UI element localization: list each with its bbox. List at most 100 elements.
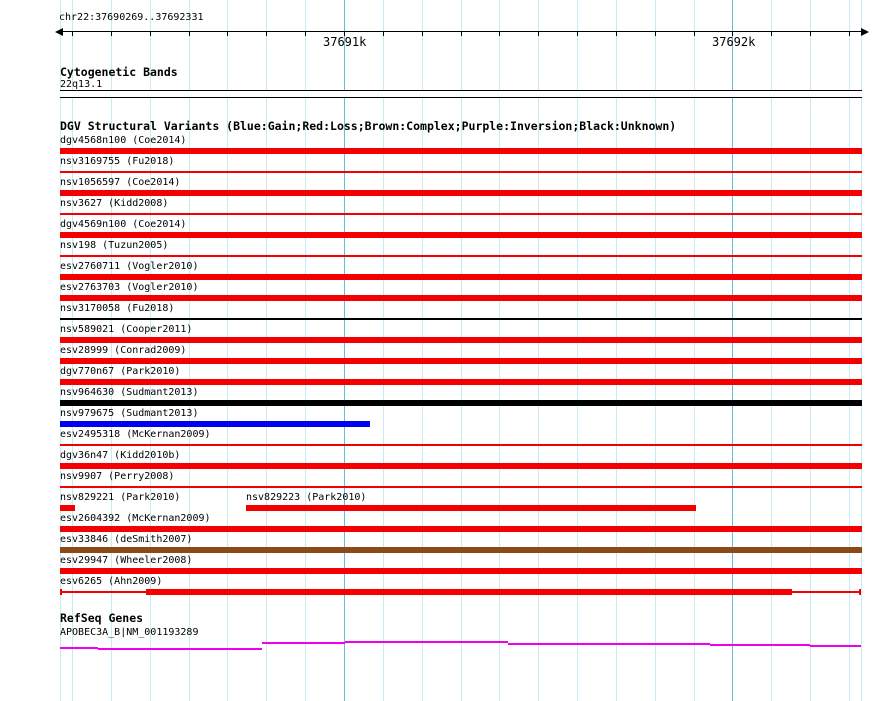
gene-model-line[interactable]	[98, 648, 190, 650]
ruler-tick	[655, 31, 656, 36]
variant-bar[interactable]	[146, 589, 792, 595]
gridline	[344, 0, 345, 701]
variant-label[interactable]: nsv979675 (Sudmant2013)	[60, 408, 198, 420]
genome-browser-view: chr22:37690269..37692331 37691k 37692k C…	[0, 0, 890, 701]
variant-bar[interactable]	[60, 526, 862, 532]
gene-model-line[interactable]	[810, 645, 861, 647]
variant-label[interactable]: nsv589021 (Cooper2011)	[60, 324, 192, 336]
variant-bar[interactable]	[60, 213, 862, 215]
ruler-tick	[810, 31, 811, 36]
gridline	[383, 0, 384, 701]
variant-label[interactable]: nsv9907 (Perry2008)	[60, 471, 174, 483]
ruler-left-arrow-icon[interactable]	[55, 28, 63, 36]
variant-label[interactable]: esv28999 (Conrad2009)	[60, 345, 186, 357]
cytobands-section-title: Cytogenetic Bands	[60, 65, 178, 79]
ruler-label-37692k: 37692k	[712, 35, 756, 49]
variant-bar[interactable]	[60, 337, 862, 343]
variant-label[interactable]: esv2604392 (McKernan2009)	[60, 513, 211, 525]
variant-bar[interactable]	[60, 444, 862, 446]
gene-model-line[interactable]	[262, 642, 345, 644]
gene-model-line[interactable]	[345, 641, 508, 643]
ruler-tick	[72, 31, 73, 36]
variant-bar[interactable]	[246, 505, 696, 511]
ruler-tick	[189, 31, 190, 36]
variant-bar[interactable]	[60, 547, 862, 553]
variant-label[interactable]: nsv198 (Tuzun2005)	[60, 240, 168, 252]
gridline	[422, 0, 423, 701]
variant-bar[interactable]	[60, 295, 862, 301]
variant-bar-endcap	[60, 589, 62, 595]
gridline	[189, 0, 190, 701]
cytoband-track[interactable]	[60, 90, 862, 98]
variant-bar[interactable]	[60, 171, 862, 173]
gridline	[732, 0, 733, 701]
variant-bar[interactable]	[60, 255, 862, 257]
ruler-tick	[383, 31, 384, 36]
dgv-section-title: DGV Structural Variants (Blue:Gain;Red:L…	[60, 119, 677, 133]
ruler-tick	[266, 31, 267, 36]
variant-bar[interactable]	[60, 568, 862, 574]
ruler-right-arrow-icon[interactable]	[861, 28, 869, 36]
variant-bar[interactable]	[792, 591, 861, 593]
ruler-tick	[577, 31, 578, 36]
gene-model-line[interactable]	[60, 647, 98, 649]
variant-label[interactable]: esv2760711 (Vogler2010)	[60, 261, 198, 273]
refseq-gene-label[interactable]: APOBEC3A_B|NM_001193289	[60, 627, 198, 639]
variant-label[interactable]: esv2495318 (McKernan2009)	[60, 429, 211, 441]
gridline	[577, 0, 578, 701]
gridline	[694, 0, 695, 701]
variant-label[interactable]: esv2763703 (Vogler2010)	[60, 282, 198, 294]
ruler-tick	[694, 31, 695, 36]
variant-bar[interactable]	[60, 421, 370, 427]
variant-bar[interactable]	[60, 274, 862, 280]
ruler-tick	[538, 31, 539, 36]
variant-bar[interactable]	[60, 190, 862, 196]
variant-bar[interactable]	[60, 358, 862, 364]
ruler-line	[58, 31, 866, 32]
variant-label[interactable]: nsv3170058 (Fu2018)	[60, 303, 174, 315]
gridline	[461, 0, 462, 701]
variant-bar[interactable]	[60, 400, 862, 406]
gridline	[655, 0, 656, 701]
variant-label[interactable]: nsv1056597 (Coe2014)	[60, 177, 180, 189]
variant-label[interactable]: nsv3627 (Kidd2008)	[60, 198, 168, 210]
gridline	[266, 0, 267, 701]
ruler-label-37691k: 37691k	[323, 35, 367, 49]
variant-label[interactable]: dgv4569n100 (Coe2014)	[60, 219, 186, 231]
ruler-tick	[305, 31, 306, 36]
variant-label[interactable]: esv29947 (Wheeler2008)	[60, 555, 192, 567]
variant-label[interactable]: esv33846 (deSmith2007)	[60, 534, 192, 546]
ruler-tick	[461, 31, 462, 36]
ruler-tick	[422, 31, 423, 36]
gridline	[861, 0, 862, 701]
gridline	[810, 0, 811, 701]
gridline	[499, 0, 500, 701]
region-title: chr22:37690269..37692331	[59, 12, 204, 23]
variant-bar[interactable]	[60, 463, 862, 469]
gene-model-line[interactable]	[190, 648, 262, 650]
variant-label[interactable]: dgv36n47 (Kidd2010b)	[60, 450, 180, 462]
variant-bar[interactable]	[60, 486, 862, 488]
gridline	[538, 0, 539, 701]
variant-label[interactable]: nsv964630 (Sudmant2013)	[60, 387, 198, 399]
variant-label[interactable]: nsv829221 (Park2010)	[60, 492, 180, 504]
variant-bar[interactable]	[60, 148, 862, 154]
variant-label[interactable]: dgv770n67 (Park2010)	[60, 366, 180, 378]
variant-bar[interactable]	[60, 318, 862, 320]
ruler-tick	[849, 31, 850, 36]
variant-label[interactable]: dgv4568n100 (Coe2014)	[60, 135, 186, 147]
variant-bar-endcap	[859, 589, 861, 595]
variant-label[interactable]: nsv829223 (Park2010)	[246, 492, 366, 504]
variant-bar[interactable]	[60, 232, 862, 238]
variant-bar[interactable]	[60, 379, 862, 385]
variant-bar[interactable]	[60, 591, 146, 593]
gridline	[849, 0, 850, 701]
variant-label[interactable]: nsv3169755 (Fu2018)	[60, 156, 174, 168]
gene-model-line[interactable]	[710, 644, 810, 646]
gridline	[227, 0, 228, 701]
ruler-tick	[616, 31, 617, 36]
gridline	[305, 0, 306, 701]
variant-label[interactable]: esv6265 (Ahn2009)	[60, 576, 162, 588]
variant-bar[interactable]	[60, 505, 75, 511]
gene-model-line[interactable]	[508, 643, 710, 645]
